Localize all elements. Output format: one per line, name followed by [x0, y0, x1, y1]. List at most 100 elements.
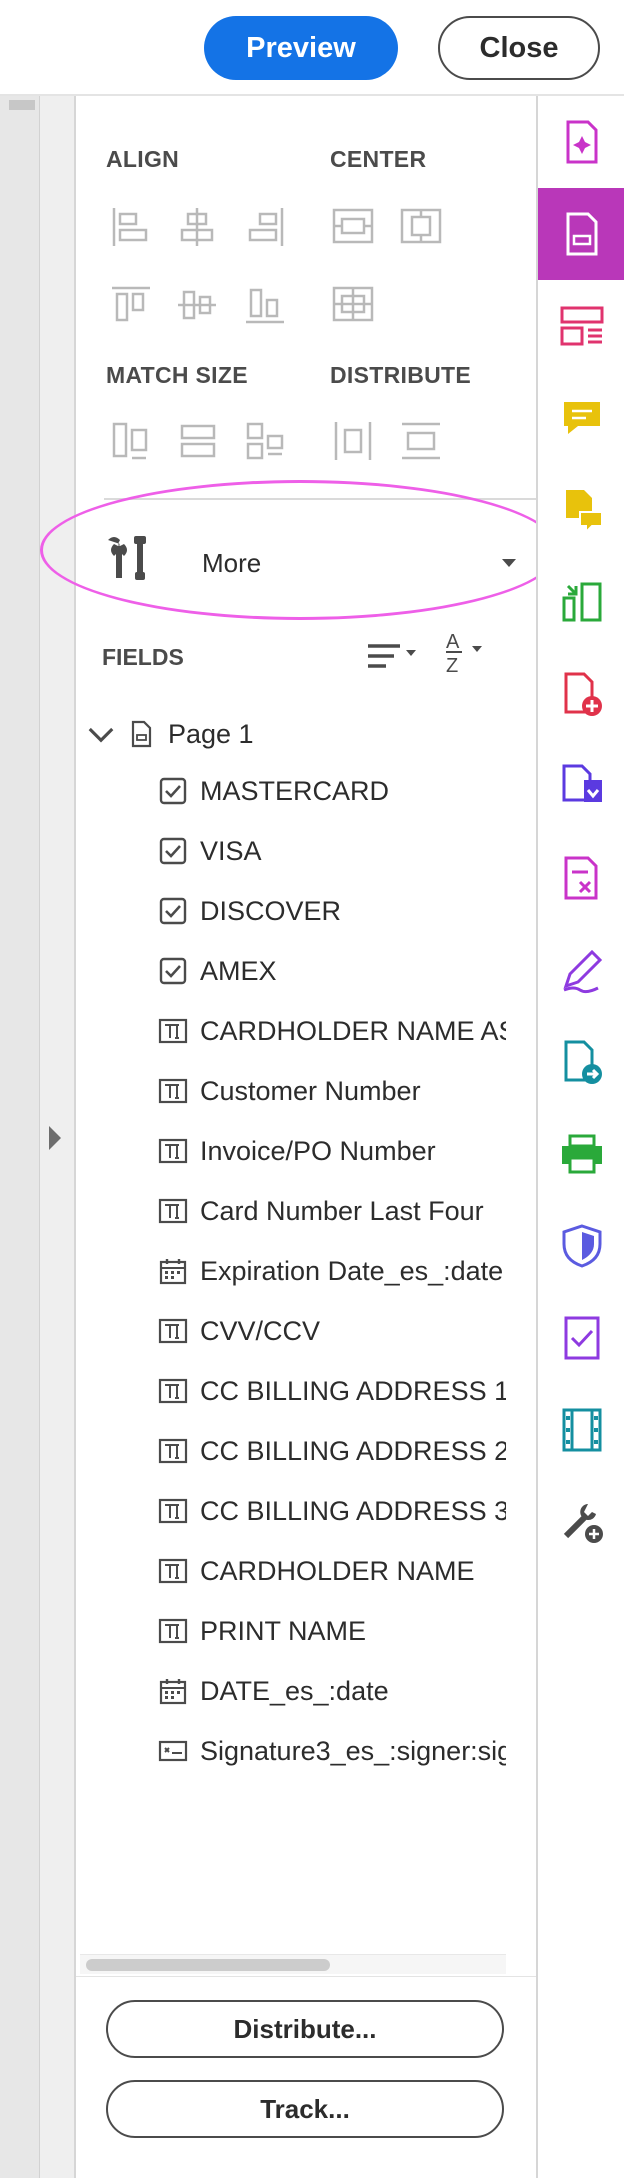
field-row[interactable]: Customer Number: [158, 1066, 506, 1116]
sort-by-order-button[interactable]: [364, 634, 420, 678]
preview-button[interactable]: Preview: [204, 16, 398, 80]
more-dropdown[interactable]: More: [104, 512, 536, 612]
align-right-icon[interactable]: [242, 204, 288, 250]
more-tools-icon: [563, 1504, 603, 1543]
field-row[interactable]: CC BILLING ADDRESS 2: [158, 1426, 506, 1476]
rail-item-send-for-review[interactable]: [538, 1016, 624, 1108]
page-node[interactable]: Page 1: [86, 709, 506, 759]
field-label: VISA: [200, 835, 262, 866]
rail-item-protect[interactable]: [538, 1200, 624, 1292]
text-field-icon: [158, 1076, 188, 1106]
field-row[interactable]: Expiration Date_es_:date: [158, 1246, 506, 1296]
sort-lines-icon: [368, 644, 416, 668]
print-production-icon: [562, 1134, 602, 1174]
text-field-icon: [158, 1196, 188, 1226]
center-title: CENTER: [330, 146, 427, 172]
tools-icon: [104, 532, 156, 584]
match-width-icon[interactable]: [108, 418, 154, 464]
horizontal-scroll-thumb[interactable]: [86, 1959, 330, 1971]
rail-item-fill-sign[interactable]: [538, 924, 624, 1016]
field-row[interactable]: CVV/CCV: [158, 1306, 506, 1356]
match-height-icon[interactable]: [174, 418, 220, 464]
rail-item-compare-files[interactable]: [538, 556, 624, 648]
rail-item-organize-pages[interactable]: [538, 280, 624, 372]
center-both-icon[interactable]: [330, 282, 376, 328]
field-row[interactable]: Invoice/PO Number: [158, 1126, 506, 1176]
rail-item-comment[interactable]: [538, 372, 624, 464]
field-row[interactable]: VISA: [158, 826, 506, 876]
rail-item-create-pdf[interactable]: [538, 96, 624, 188]
left-scroll-strip[interactable]: [0, 96, 40, 2178]
field-label: CC BILLING ADDRESS 2: [200, 1435, 506, 1466]
compare-files-icon: [562, 582, 602, 622]
more-chevron-down-icon: [502, 559, 516, 567]
field-row[interactable]: MASTERCARD: [158, 766, 506, 816]
field-row[interactable]: Card Number Last Four: [158, 1186, 506, 1236]
rail-item-export-pdf[interactable]: [538, 740, 624, 832]
field-row[interactable]: DISCOVER: [158, 886, 506, 936]
align-top-icon[interactable]: [108, 282, 154, 328]
close-button[interactable]: Close: [438, 16, 600, 80]
field-label: CARDHOLDER NAME AS: [200, 1015, 506, 1046]
svg-text:Z: Z: [446, 655, 458, 677]
rail-item-stamp-comment[interactable]: [538, 464, 624, 556]
distribute-horizontally-icon[interactable]: [330, 418, 376, 464]
field-row[interactable]: DATE_es_:date: [158, 1666, 506, 1716]
field-row[interactable]: PRINT NAME: [158, 1606, 506, 1656]
comment-icon: [564, 402, 600, 434]
scroll-handle[interactable]: [9, 100, 35, 110]
chevron-down-icon[interactable]: [86, 719, 114, 749]
distribute-title: DISTRIBUTE: [330, 362, 471, 388]
field-label: Customer Number: [200, 1075, 421, 1106]
rich-media-icon: [562, 1408, 602, 1452]
center-vertically-icon[interactable]: [398, 204, 444, 250]
rail-item-prepare-form[interactable]: [538, 188, 624, 280]
field-row[interactable]: CARDHOLDER NAME: [158, 1546, 506, 1596]
expand-left-pane-icon[interactable]: [49, 1126, 61, 1150]
align-bottom-icon[interactable]: [242, 282, 288, 328]
align-left-icon[interactable]: [108, 204, 154, 250]
text-field-icon: [158, 1136, 188, 1166]
certificates-icon: [564, 1316, 600, 1360]
rail-item-redact[interactable]: [538, 832, 624, 924]
field-label: Signature3_es_:signer:signature: [200, 1735, 506, 1766]
center-horizontally-icon[interactable]: [330, 204, 376, 250]
text-field-icon: [158, 1556, 188, 1586]
text-field-icon: [158, 1376, 188, 1406]
page-icon: [126, 719, 156, 749]
horizontal-scrollbar[interactable]: [80, 1954, 506, 1974]
date-field-icon: [158, 1256, 188, 1286]
checkbox-field-icon: [158, 836, 188, 866]
field-label: CC BILLING ADDRESS 1: [200, 1375, 506, 1406]
date-field-icon: [158, 1676, 188, 1706]
distribute-vertically-icon[interactable]: [398, 418, 444, 464]
field-row[interactable]: CC BILLING ADDRESS 3: [158, 1486, 506, 1536]
rail-item-print-production[interactable]: [538, 1108, 624, 1200]
sort-alphabetical-button[interactable]: A Z: [440, 626, 496, 682]
rail-item-certificates[interactable]: [538, 1292, 624, 1384]
checkbox-field-icon: [158, 956, 188, 986]
field-label: AMEX: [200, 955, 277, 986]
prepare-form-panel: ALIGN CENTER MATCH SIZE DISTRIBUTE More …: [76, 96, 536, 2178]
match-size-title: MATCH SIZE: [106, 362, 248, 388]
match-both-icon[interactable]: [242, 418, 288, 464]
track-button[interactable]: Track...: [106, 2080, 504, 2138]
rail-item-more-tools[interactable]: [538, 1476, 624, 1568]
text-field-icon: [158, 1016, 188, 1046]
add-pdf-icon: [564, 672, 602, 716]
field-label: Expiration Date_es_:date: [200, 1255, 504, 1286]
field-label: DATE_es_:date: [200, 1675, 389, 1706]
field-row[interactable]: CC BILLING ADDRESS 1: [158, 1366, 506, 1416]
field-row[interactable]: CARDHOLDER NAME AS: [158, 1006, 506, 1056]
field-row[interactable]: AMEX: [158, 946, 506, 996]
redact-icon: [564, 856, 598, 900]
rail-item-rich-media[interactable]: [538, 1384, 624, 1476]
align-horizontal-center-icon[interactable]: [174, 204, 220, 250]
text-field-icon: [158, 1616, 188, 1646]
align-vertical-center-icon[interactable]: [174, 282, 220, 328]
send-for-review-icon: [564, 1040, 602, 1084]
text-field-icon: [158, 1496, 188, 1526]
rail-item-add-pdf[interactable]: [538, 648, 624, 740]
distribute-button-main[interactable]: Distribute...: [106, 2000, 504, 2058]
field-row[interactable]: Signature3_es_:signer:signature: [158, 1726, 506, 1776]
